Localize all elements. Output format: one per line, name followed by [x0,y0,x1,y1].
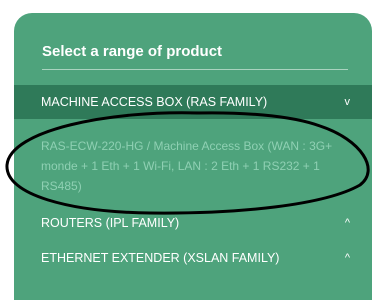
accordion-ethernet-extender[interactable]: ETHERNET EXTENDER (XSLAN FAMILY) ^ [14,241,372,275]
chevron-down-icon: v [344,96,351,108]
accordion-machine-access-box[interactable]: MACHINE ACCESS BOX (RAS FAMILY) v [14,85,372,119]
accordion-label-machine-access-box: MACHINE ACCESS BOX (RAS FAMILY) [41,95,268,109]
panel-title: Select a range of product [42,43,223,60]
product-item-ras-ecw-220-hg[interactable]: RAS-ECW-220-HG / Machine Access Box (WAN… [41,136,341,196]
chevron-up-icon: ^ [344,217,350,229]
product-range-panel: Select a range of product MACHINE ACCESS… [14,13,372,300]
accordion-label-routers: ROUTERS (IPL FAMILY) [41,216,180,230]
accordion-routers[interactable]: ROUTERS (IPL FAMILY) ^ [14,206,372,240]
chevron-up-icon: ^ [344,252,350,264]
title-divider [42,69,348,70]
accordion-label-ethernet-extender: ETHERNET EXTENDER (XSLAN FAMILY) [41,251,280,265]
